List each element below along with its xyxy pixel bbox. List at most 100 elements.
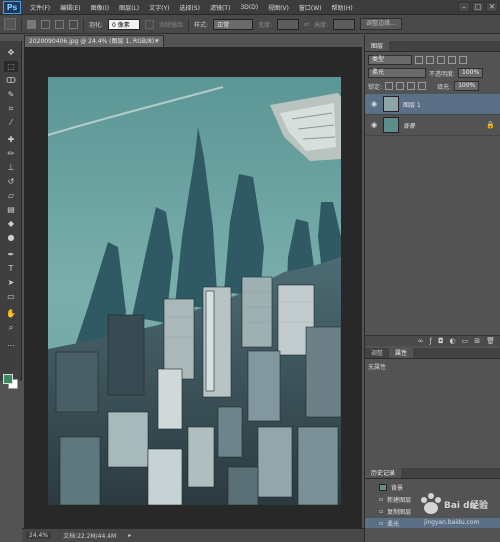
layer-row-1[interactable]: ◉ 图层 1 xyxy=(365,94,500,115)
opacity-input[interactable]: 100% xyxy=(458,68,484,78)
history-item[interactable]: 背景 xyxy=(365,482,500,492)
delete-layer-icon[interactable]: 🗑 xyxy=(486,337,495,345)
pen-icon[interactable]: ✒ xyxy=(4,249,18,260)
adjustment-layer-icon[interactable]: ◐ xyxy=(450,337,456,345)
feather-label: 羽化: xyxy=(89,21,104,29)
style-select[interactable]: 正常 xyxy=(213,18,254,30)
add-mask-icon[interactable]: ◘ xyxy=(438,337,444,345)
menu-image[interactable]: 图像(I) xyxy=(86,3,114,12)
height-label: 高度: xyxy=(314,21,329,29)
close-tab-icon[interactable]: × xyxy=(154,36,159,47)
layer-thumbnail xyxy=(383,117,399,133)
tab-history[interactable]: 历史记录 xyxy=(365,468,402,478)
feather-input[interactable]: 0 像素 xyxy=(108,18,141,30)
filter-smart-icon[interactable] xyxy=(459,56,467,64)
menu-3d[interactable]: 3D(D) xyxy=(235,4,263,11)
layer-name[interactable]: 图层 1 xyxy=(403,100,500,109)
fx-icon[interactable]: ƒ xyxy=(429,337,431,345)
document-title: 2020090406.jpg @ 24.4% (图层 1, RGB/8) * xyxy=(29,38,160,45)
menu-select[interactable]: 选择(S) xyxy=(174,3,205,12)
hand-icon[interactable]: ✋ xyxy=(4,308,18,319)
menu-type[interactable]: 文字(Y) xyxy=(144,3,174,12)
no-properties-text: 无属性 xyxy=(368,364,387,371)
menu-view[interactable]: 视图(V) xyxy=(263,3,294,12)
lock-transparent-icon[interactable] xyxy=(385,82,394,90)
menu-window[interactable]: 窗口(W) xyxy=(294,3,327,12)
visibility-eye-icon[interactable]: ◉ xyxy=(369,121,379,129)
menu-help[interactable]: 帮助(H) xyxy=(327,3,358,12)
blend-mode-select[interactable]: 柔光 xyxy=(368,68,426,78)
group-icon[interactable]: ▭ xyxy=(462,337,469,345)
dodge-icon[interactable]: ● xyxy=(4,232,18,243)
quick-select-icon[interactable]: ✎ xyxy=(4,89,18,100)
filter-type-icon[interactable] xyxy=(437,56,445,64)
height-input[interactable] xyxy=(333,18,356,30)
antialias-checkbox[interactable] xyxy=(145,19,155,29)
layer-row-background[interactable]: ◉ 背景 🔒 xyxy=(365,115,500,136)
document-canvas[interactable] xyxy=(48,77,341,505)
gradient-icon[interactable]: ▤ xyxy=(4,204,18,215)
intersect-selection-icon[interactable] xyxy=(69,19,78,29)
zoom-icon[interactable]: ⌕ xyxy=(4,322,18,333)
divider xyxy=(21,17,22,31)
link-layers-icon[interactable]: ∞ xyxy=(418,337,424,345)
filter-shape-icon[interactable] xyxy=(448,56,456,64)
minimize-button[interactable]: – xyxy=(458,2,470,12)
history-brush-icon[interactable]: ↺ xyxy=(4,176,18,187)
filter-adjust-icon[interactable] xyxy=(426,56,434,64)
move-icon[interactable]: ✥ xyxy=(4,47,18,58)
brush-icon[interactable]: ✏ xyxy=(4,148,18,159)
fill-input[interactable]: 100% xyxy=(454,81,480,91)
layers-panel-tabs: 图层 xyxy=(365,41,500,52)
menu-layer[interactable]: 图层(L) xyxy=(114,3,144,12)
layer-kind-select[interactable]: 类型 xyxy=(368,55,412,65)
canvas-area[interactable] xyxy=(24,47,362,528)
layer-name[interactable]: 背景 xyxy=(403,121,482,130)
stamp-icon[interactable]: ⊥ xyxy=(4,162,18,173)
properties-panel-tabs: 调整 属性 xyxy=(365,348,500,359)
subtract-selection-icon[interactable] xyxy=(55,19,64,29)
lock-position-icon[interactable] xyxy=(407,82,416,90)
document-tab[interactable]: 2020090406.jpg @ 24.4% (图层 1, RGB/8) * × xyxy=(24,35,164,47)
history-step-icon: ▫ xyxy=(379,519,384,527)
menu-filter[interactable]: 滤镜(T) xyxy=(205,3,235,12)
history-item-selected[interactable]: ▫ 柔光 xyxy=(365,518,500,528)
history-item[interactable]: ▫ 新建图层 xyxy=(365,494,500,504)
visibility-eye-icon[interactable]: ◉ xyxy=(369,100,379,108)
history-item[interactable]: ▫ 复制图层 xyxy=(365,506,500,516)
blur-icon[interactable]: ◆ xyxy=(4,218,18,229)
new-selection-icon[interactable] xyxy=(27,19,36,29)
tab-layers[interactable]: 图层 xyxy=(365,41,390,51)
status-arrow-icon[interactable]: ▸ xyxy=(128,532,131,539)
fill-label: 填充: xyxy=(437,83,452,91)
tab-properties[interactable]: 属性 xyxy=(389,348,414,358)
lock-image-icon[interactable] xyxy=(396,82,405,90)
refine-edge-button[interactable]: 调整边缘... xyxy=(360,18,402,30)
swap-icon[interactable]: ⇄ xyxy=(304,21,309,28)
maximize-button[interactable]: □ xyxy=(472,2,484,12)
lock-all-icon[interactable] xyxy=(418,82,427,90)
eraser-icon[interactable]: ▱ xyxy=(4,190,18,201)
eyedropper-icon[interactable]: ⁄ xyxy=(4,117,18,128)
shape-icon[interactable]: ▭ xyxy=(4,291,18,302)
marquee-icon[interactable]: ⬚ xyxy=(4,61,18,72)
close-button[interactable]: ✕ xyxy=(486,2,498,12)
new-layer-icon[interactable]: ⊞ xyxy=(474,337,480,345)
path-select-icon[interactable]: ➤ xyxy=(4,277,18,288)
history-item-label: 柔光 xyxy=(387,520,400,528)
zoom-level[interactable]: 24.4% xyxy=(26,532,52,539)
tab-adjustments[interactable]: 调整 xyxy=(365,348,389,358)
crop-icon[interactable]: ⌗ xyxy=(4,103,18,114)
marquee-preset-icon[interactable] xyxy=(4,18,16,30)
add-selection-icon[interactable] xyxy=(41,19,50,29)
document-size[interactable]: 文档:22.2M/44.4M xyxy=(63,531,116,540)
extras-icon[interactable]: … xyxy=(4,338,18,349)
menu-file[interactable]: 文件(F) xyxy=(25,3,55,12)
lasso-icon[interactable]: ↀ xyxy=(4,75,18,86)
menu-edit[interactable]: 编辑(E) xyxy=(55,3,85,12)
foreground-color-swatch[interactable] xyxy=(3,374,13,384)
filter-pixel-icon[interactable] xyxy=(415,56,423,64)
width-input[interactable] xyxy=(277,18,300,30)
healing-icon[interactable]: ✚ xyxy=(4,134,18,145)
type-icon[interactable]: T xyxy=(4,263,18,274)
